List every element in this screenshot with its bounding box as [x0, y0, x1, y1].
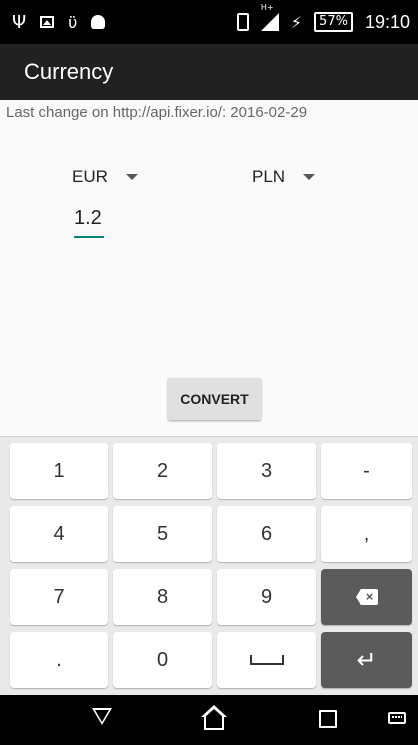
enter-icon: ↵ [356, 646, 377, 674]
key-minus[interactable]: - [321, 443, 412, 499]
input-underline [74, 236, 104, 238]
key-5[interactable]: 5 [113, 506, 212, 562]
app-title: Currency [24, 59, 114, 84]
key-3[interactable]: 3 [217, 443, 316, 499]
bulb-icon: ϋ [68, 12, 78, 32]
key-1[interactable]: 1 [10, 443, 108, 499]
numeric-keyboard: 1 2 3 - 4 5 6 , 7 8 9 × . 0 ↵ [0, 436, 418, 696]
space-key[interactable] [217, 632, 316, 688]
recents-icon[interactable] [319, 710, 337, 728]
status-bar: Ψ ϋ H+ ⚡ 57% 19:10 [0, 0, 418, 44]
key-4[interactable]: 4 [10, 506, 108, 562]
network-type-label: H+ [260, 3, 274, 12]
key-7[interactable]: 7 [10, 569, 108, 625]
backspace-icon: × [355, 589, 378, 605]
vibrate-icon [236, 13, 249, 31]
amount-value: 1.2 [74, 207, 102, 229]
status-time: 19:10 [364, 11, 410, 32]
image-notification-icon [40, 16, 55, 28]
keyboard-switch-icon[interactable] [388, 712, 406, 724]
dropdown-arrow-icon [303, 174, 316, 180]
enter-key[interactable]: ↵ [321, 632, 412, 688]
battery-percent: 57% [319, 14, 348, 29]
key-6[interactable]: 6 [217, 506, 316, 562]
to-currency-value: PLN [252, 167, 286, 186]
backspace-key[interactable]: × [321, 569, 412, 625]
to-currency-spinner[interactable]: PLN [252, 162, 316, 192]
back-icon[interactable] [92, 708, 112, 725]
signal-icon: H+ [260, 3, 279, 31]
space-icon [249, 655, 284, 665]
from-currency-spinner[interactable]: EUR [72, 162, 138, 192]
app-toolbar: Currency [0, 44, 418, 100]
charging-icon: ⚡ [290, 12, 303, 32]
key-0[interactable]: 0 [113, 632, 212, 688]
battery-icon: 57% [314, 12, 353, 32]
key-2[interactable]: 2 [113, 443, 212, 499]
home-icon[interactable] [201, 705, 227, 730]
android-icon [91, 15, 106, 29]
key-comma[interactable]: , [321, 506, 412, 562]
dropdown-arrow-icon [125, 174, 138, 180]
convert-button[interactable]: CONVERT [168, 378, 261, 420]
usb-icon: Ψ [12, 11, 27, 33]
key-8[interactable]: 8 [113, 569, 212, 625]
navigation-bar [0, 695, 418, 745]
amount-input[interactable]: 1.2 [74, 204, 104, 238]
from-currency-value: EUR [72, 167, 108, 186]
key-period[interactable]: . [10, 632, 108, 688]
key-9[interactable]: 9 [217, 569, 316, 625]
last-change-text: Last change on http://api.fixer.io/: 201… [6, 104, 308, 121]
